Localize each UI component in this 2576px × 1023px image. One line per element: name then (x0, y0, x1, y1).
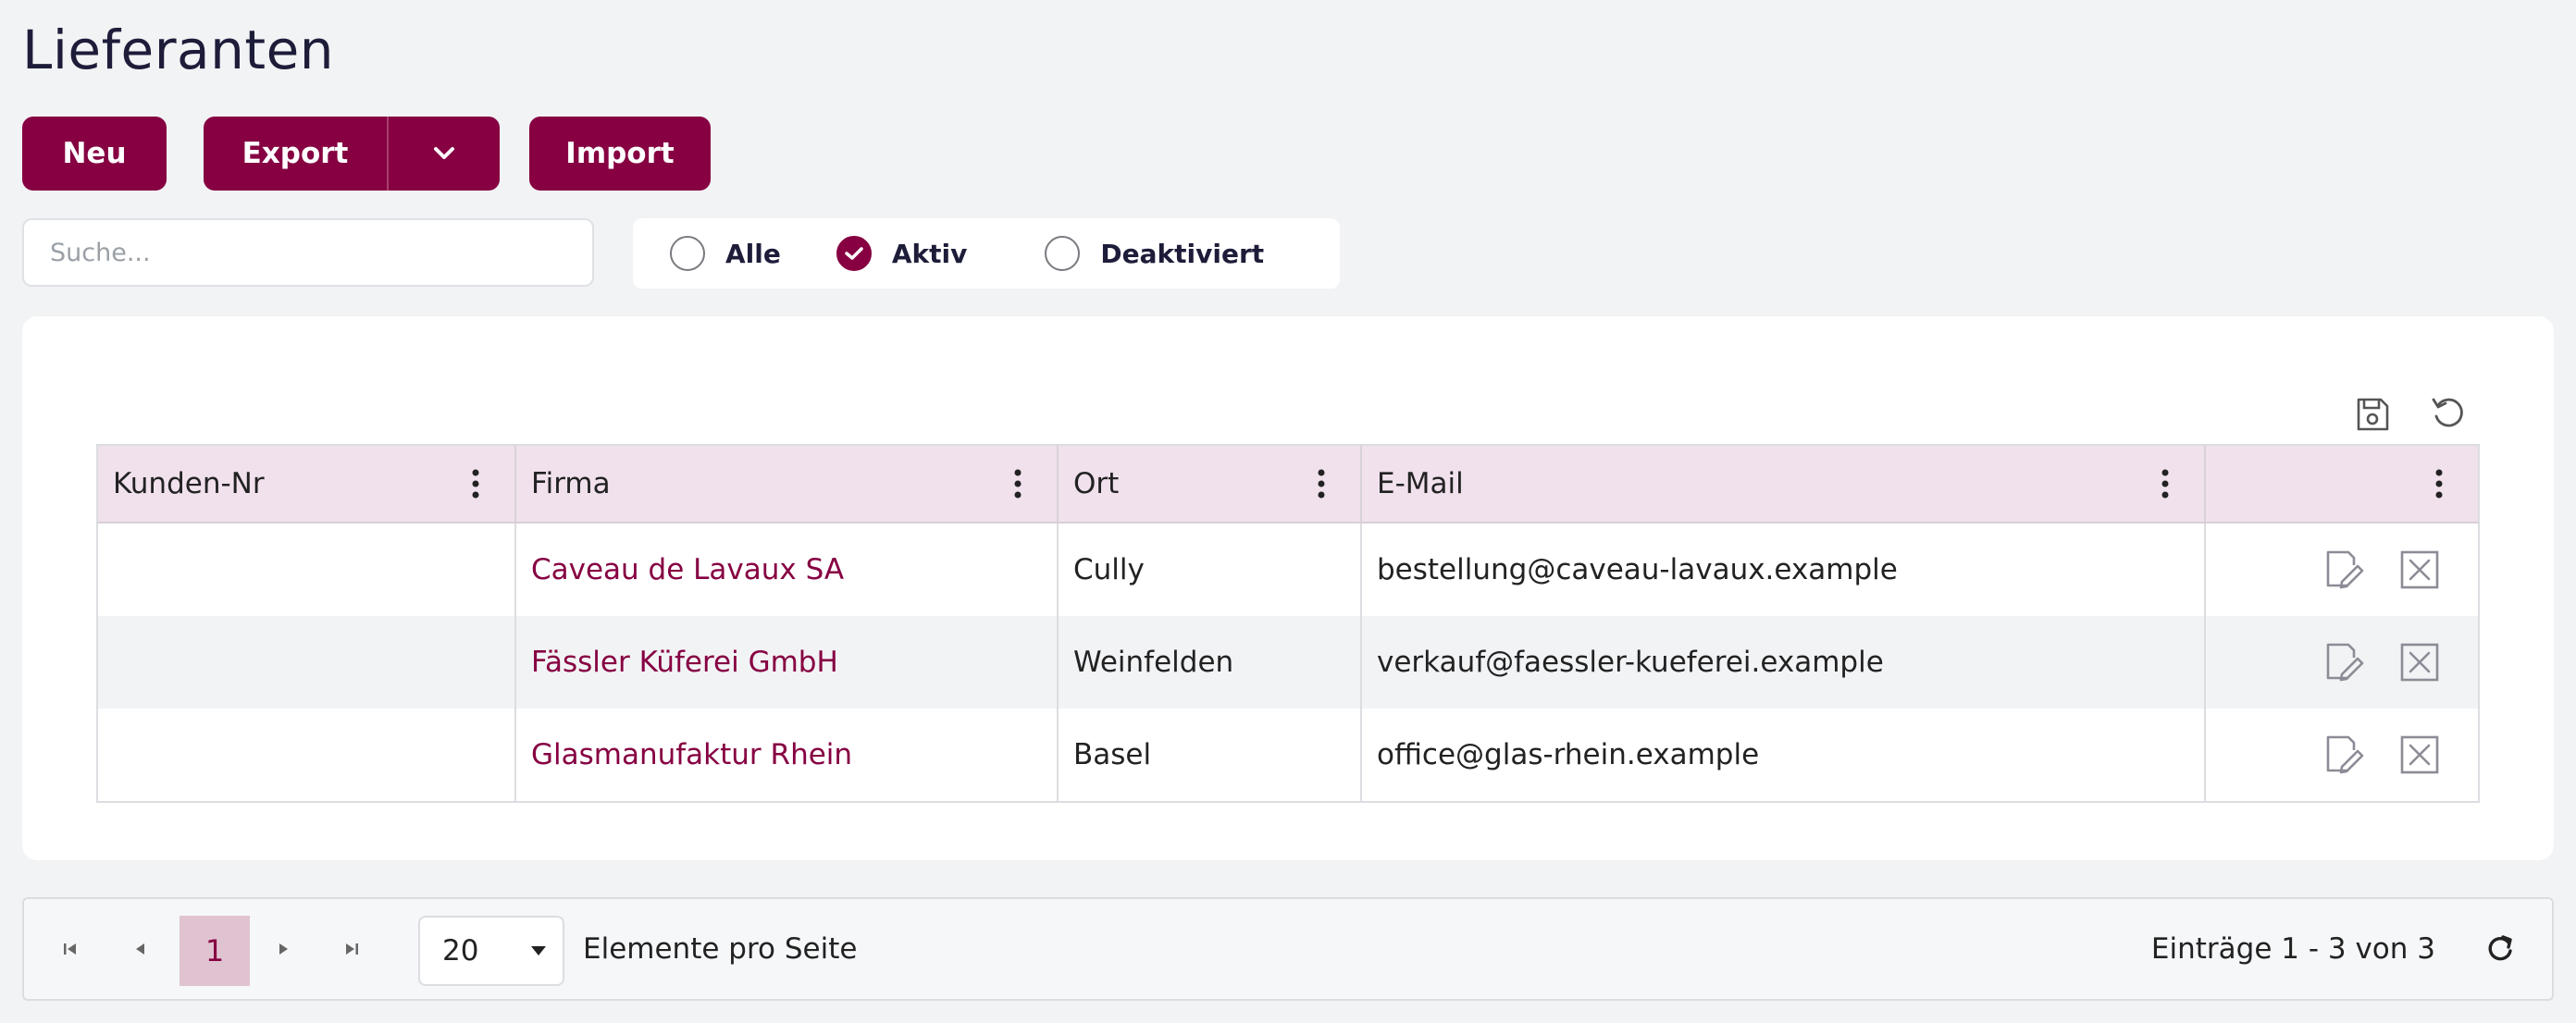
search-input[interactable] (22, 218, 594, 287)
edit-icon[interactable] (2322, 733, 2365, 776)
prev-page-icon[interactable] (131, 940, 150, 958)
export-split-button: Export (204, 117, 500, 191)
cell-kunden-nr (98, 709, 516, 801)
save-icon[interactable] (2352, 394, 2393, 435)
pagination-bar: 1 20 Elemente pro Seite Einträge 1 - 3 v… (22, 897, 2554, 1001)
page: Lieferanten Neu Export Import Alle Aktiv (0, 0, 2576, 1023)
filter-all-option[interactable]: Alle (670, 236, 781, 271)
cell-actions (2206, 709, 2478, 801)
filter-active-label: Aktiv (891, 238, 968, 269)
delete-icon[interactable] (2398, 733, 2441, 776)
radio-checked-icon[interactable] (836, 236, 872, 271)
delete-icon[interactable] (2398, 641, 2441, 684)
kebab-icon[interactable] (1014, 469, 1022, 499)
table-row[interactable]: Fässler Küferei GmbH Weinfelden verkauf@… (98, 616, 2478, 709)
cell-email: office@glas-rhein.example (1362, 709, 2206, 801)
refresh-icon[interactable] (2483, 932, 2517, 966)
column-header-firma[interactable]: Firma (516, 446, 1059, 522)
column-title: Kunden-Nr (113, 467, 265, 500)
column-header-actions[interactable] (2206, 446, 2478, 522)
table-header: Kunden-Nr Firma Ort E-Mail (98, 446, 2478, 524)
kebab-icon[interactable] (2435, 469, 2443, 499)
kebab-icon[interactable] (472, 469, 479, 499)
filter-deactivated-option[interactable]: Deaktiviert (1045, 236, 1264, 271)
cell-actions (2206, 616, 2478, 709)
cell-ort: Cully (1059, 524, 1362, 616)
column-title: E-Mail (1377, 467, 1464, 500)
chevron-down-icon (434, 147, 454, 159)
first-page-icon[interactable] (61, 940, 80, 958)
cell-firma-link[interactable]: Caveau de Lavaux SA (516, 524, 1059, 616)
cell-actions (2206, 524, 2478, 616)
kebab-icon[interactable] (2161, 469, 2169, 499)
cell-kunden-nr (98, 616, 516, 709)
reset-icon[interactable] (2428, 392, 2469, 433)
checkmark-icon (845, 247, 863, 260)
page-size-select[interactable]: 20 (418, 916, 564, 986)
column-header-ort[interactable]: Ort (1059, 446, 1362, 522)
page-title: Lieferanten (22, 18, 335, 81)
edit-icon[interactable] (2322, 641, 2365, 684)
kebab-icon[interactable] (1318, 469, 1325, 499)
next-page-icon[interactable] (274, 940, 292, 958)
cell-ort: Basel (1059, 709, 1362, 801)
cell-ort: Weinfelden (1059, 616, 1362, 709)
filter-active-option[interactable]: Aktiv (836, 236, 968, 271)
export-button[interactable]: Export (204, 117, 387, 191)
column-title: Ort (1073, 467, 1120, 500)
column-title: Firma (531, 467, 611, 500)
cell-kunden-nr (98, 524, 516, 616)
import-button[interactable]: Import (529, 117, 711, 191)
page-size-value: 20 (442, 934, 479, 968)
radio-unchecked-icon[interactable] (670, 236, 705, 271)
cell-email: bestellung@caveau-lavaux.example (1362, 524, 2206, 616)
page-button-current[interactable]: 1 (180, 916, 250, 986)
delete-icon[interactable] (2398, 548, 2441, 591)
page-size-label: Elemente pro Seite (583, 932, 858, 966)
radio-unchecked-icon[interactable] (1045, 236, 1081, 271)
filter-deactivated-label: Deaktiviert (1100, 238, 1265, 269)
edit-icon[interactable] (2322, 548, 2365, 591)
cell-firma-link[interactable]: Fässler Küferei GmbH (516, 616, 1059, 709)
suppliers-table: Kunden-Nr Firma Ort E-Mail Caveau de Lav… (96, 444, 2480, 803)
new-button[interactable]: Neu (22, 117, 167, 191)
pagination-info: Einträge 1 - 3 von 3 (2150, 932, 2435, 966)
table-row[interactable]: Glasmanufaktur Rhein Basel office@glas-r… (98, 709, 2478, 801)
export-dropdown-button[interactable] (389, 117, 500, 191)
table-row[interactable]: Caveau de Lavaux SA Cully bestellung@cav… (98, 524, 2478, 616)
filter-all-label: Alle (725, 238, 781, 269)
column-header-email[interactable]: E-Mail (1362, 446, 2206, 522)
cell-email: verkauf@faessler-kueferei.example (1362, 616, 2206, 709)
caret-down-icon (531, 946, 546, 955)
cell-firma-link[interactable]: Glasmanufaktur Rhein (516, 709, 1059, 801)
status-filter: Alle Aktiv Deaktiviert (633, 218, 1340, 289)
last-page-icon[interactable] (342, 940, 361, 958)
column-header-kunden-nr[interactable]: Kunden-Nr (98, 446, 516, 522)
grid-card: Kunden-Nr Firma Ort E-Mail Caveau de Lav… (22, 316, 2554, 860)
